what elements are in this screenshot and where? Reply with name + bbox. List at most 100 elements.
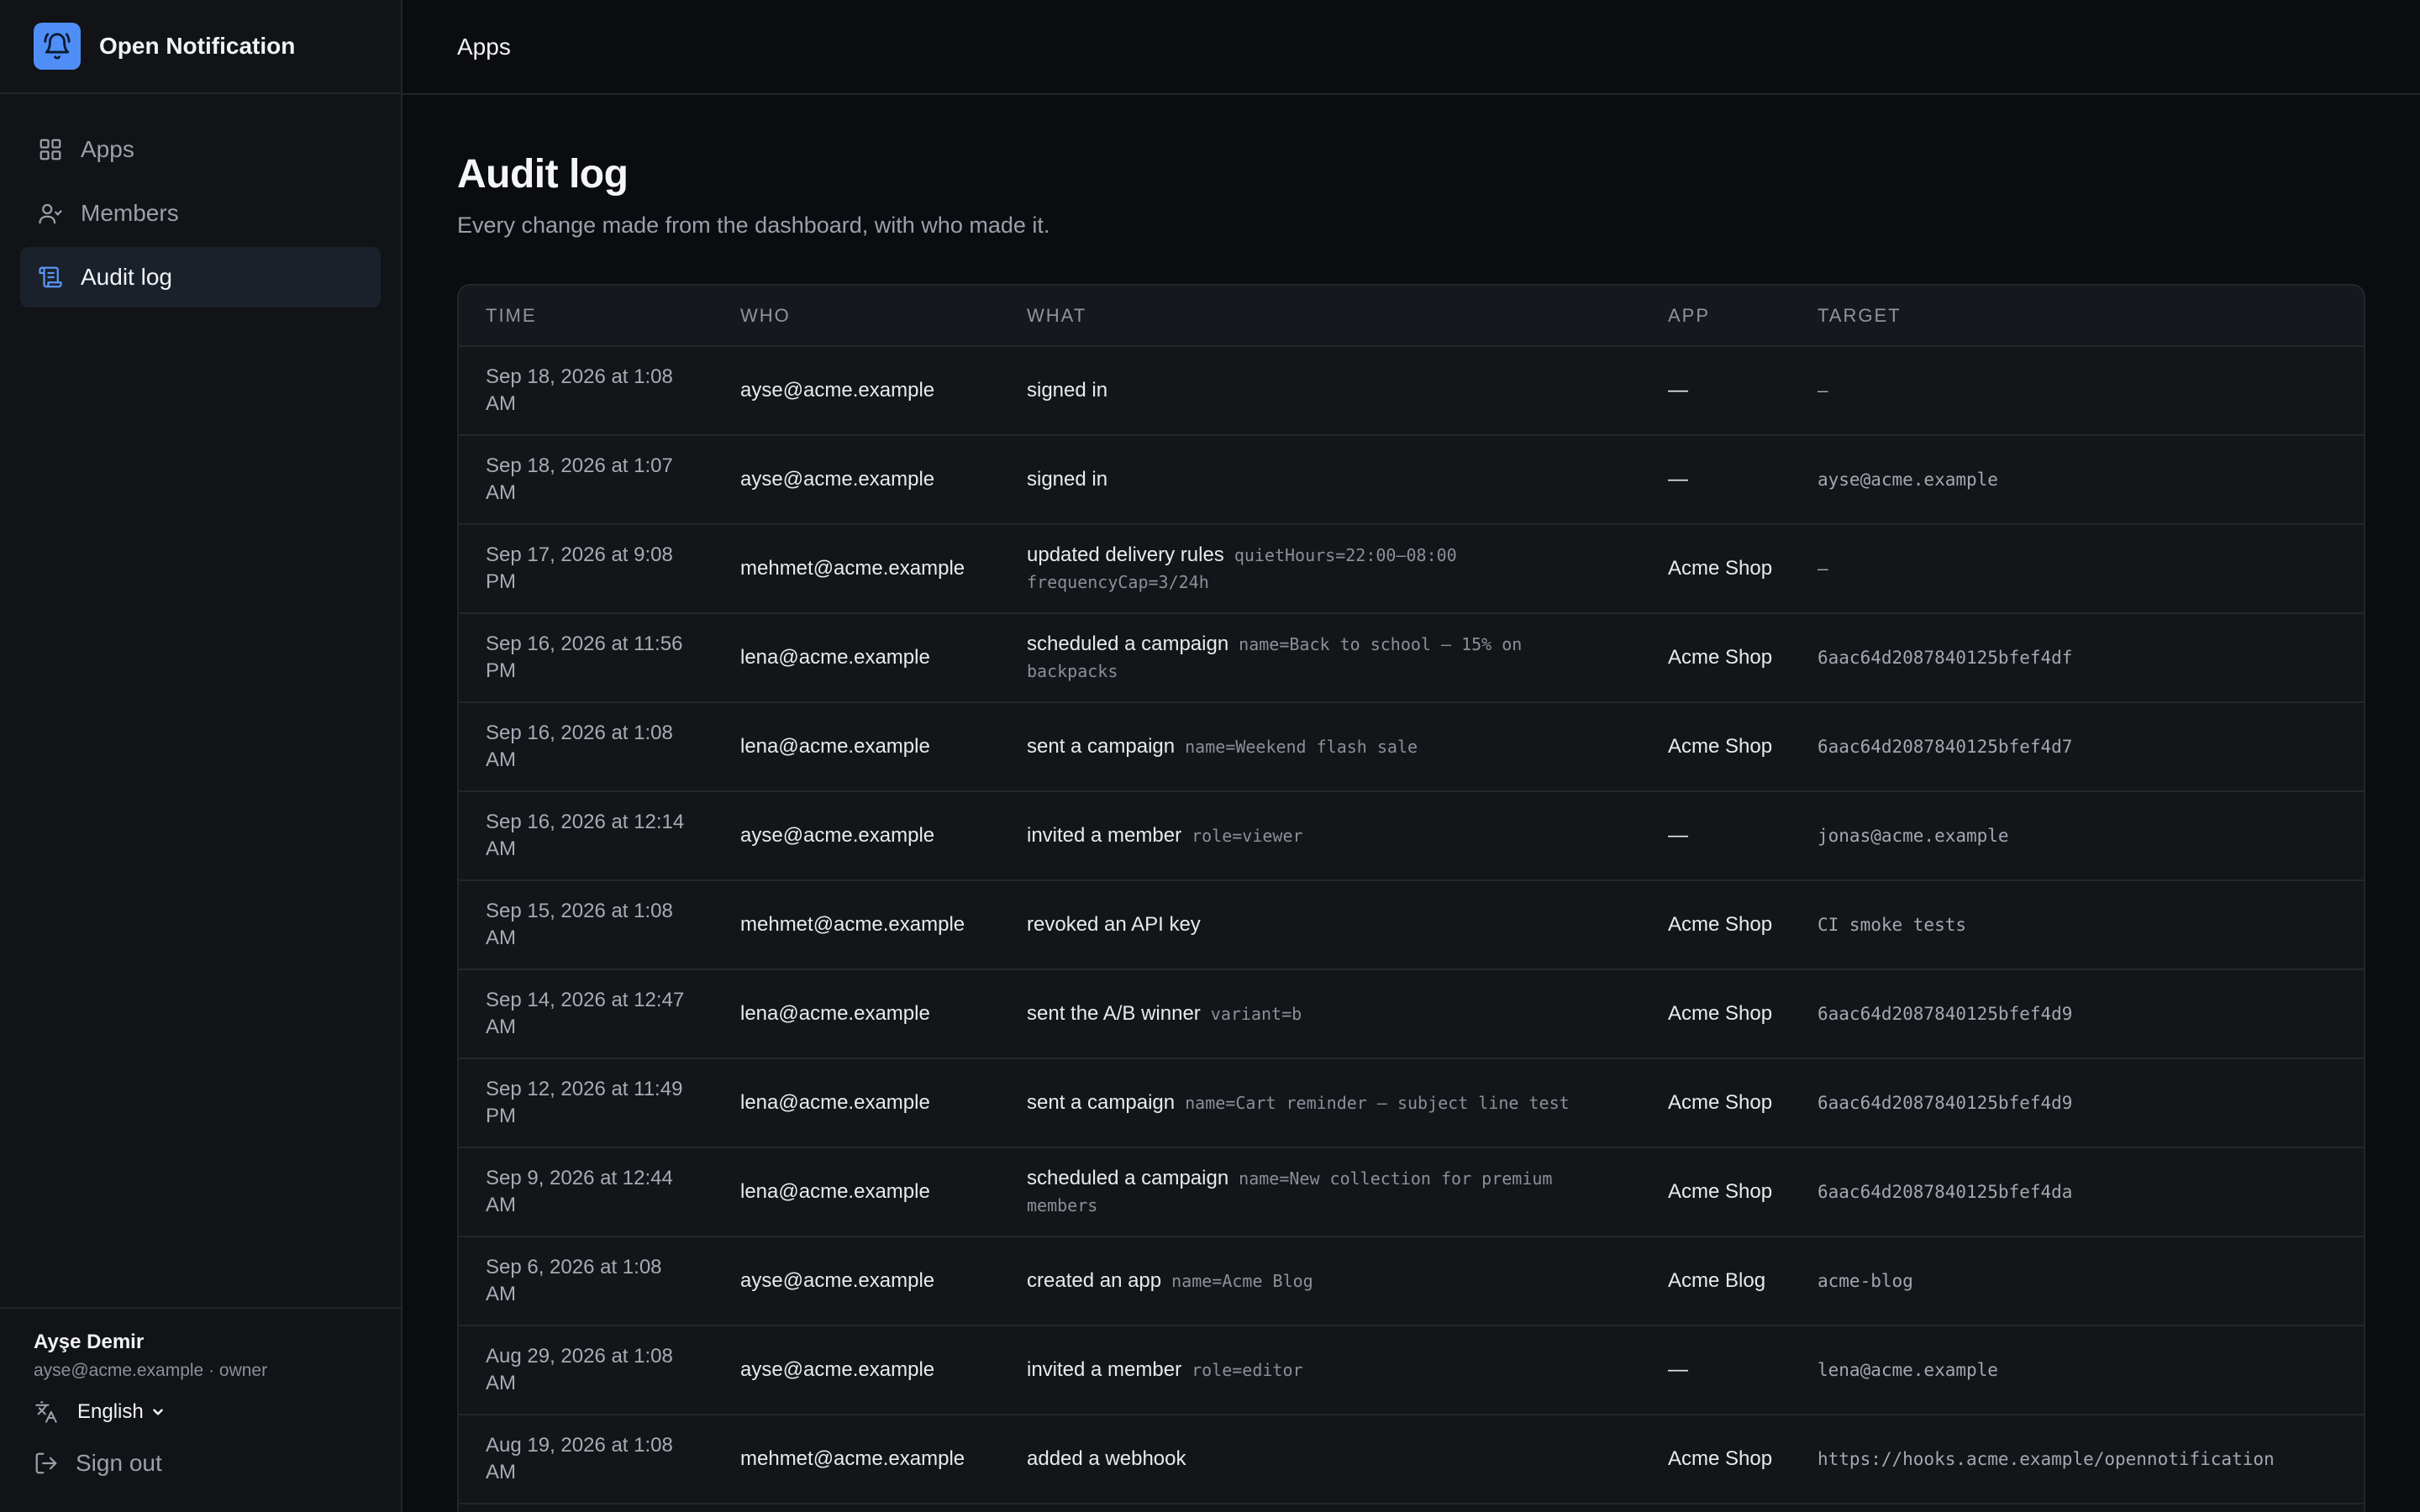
cell-what: sent the A/B winner variant=b xyxy=(1000,969,1641,1059)
cell-target: jonas@acme.example xyxy=(1791,791,2364,881)
cell-what: created an app name=Acme Blog xyxy=(1000,1236,1641,1326)
sidebar-item-members[interactable]: Members xyxy=(20,183,381,244)
cell-who: ayse@acme.example xyxy=(713,346,1000,436)
sidebar-item-label: Members xyxy=(81,200,179,226)
cell-what: updated delivery rules quietHours=22:00–0… xyxy=(1000,524,1641,614)
cell-time: Sep 17, 2026 at 9:08 PM xyxy=(459,524,713,614)
cell-target: — xyxy=(1791,524,2364,614)
cell-what: signed in xyxy=(1000,435,1641,525)
cell-who: mehmet@acme.example xyxy=(713,524,1000,614)
translate-icon xyxy=(34,1399,59,1425)
column-header-what: WHAT xyxy=(1000,286,1641,347)
cell-target: lena@acme.example xyxy=(1791,1326,2364,1415)
table-row[interactable]: Sep 14, 2026 at 12:47 AM lena@acme.exampl… xyxy=(459,969,2364,1059)
action-text: added a webhook xyxy=(1027,1447,1186,1470)
cell-what: revoked an API key xyxy=(1000,880,1641,970)
action-text: signed in xyxy=(1027,379,1108,402)
table-row[interactable]: Aug 29, 2026 at 1:08 AM ayse@acme.example… xyxy=(459,1326,2364,1415)
cell-who: lena@acme.example xyxy=(713,969,1000,1059)
cell-target: 6aac64d2087840125bfef4da xyxy=(1791,1147,2364,1237)
logout-icon xyxy=(34,1450,60,1477)
action-text: created an app xyxy=(1027,1269,1162,1292)
cell-target: CI smoke tests xyxy=(1791,880,2364,970)
brand[interactable]: Open Notification xyxy=(0,0,401,94)
topbar: Apps xyxy=(402,0,2420,95)
action-text: sent a campaign xyxy=(1027,1091,1176,1114)
cell-time: Sep 16, 2026 at 12:14 AM xyxy=(459,791,713,881)
cell-target: 6aac64d2087840125bfef4d9 xyxy=(1791,1058,2364,1148)
cell-time: Sep 16, 2026 at 1:08 AM xyxy=(459,702,713,792)
cell-who: lena@acme.example xyxy=(713,1058,1000,1148)
page-subtitle: Every change made from the dashboard, wi… xyxy=(457,213,1050,238)
cell-what: scheduled a campaign name=New collection … xyxy=(1000,1147,1641,1237)
table-row[interactable]: Sep 18, 2026 at 1:08 AM ayse@acme.example… xyxy=(459,346,2364,436)
table-row[interactable]: Aug 19, 2026 at 1:08 AM mehmet@acme.examp… xyxy=(459,1415,2364,1504)
cell-who: lena@acme.example xyxy=(713,702,1000,792)
cell-time: Sep 16, 2026 at 11:56 PM xyxy=(459,613,713,703)
table-row[interactable]: Sep 18, 2026 at 1:07 AM ayse@acme.example… xyxy=(459,435,2364,525)
action-text: updated delivery rules xyxy=(1027,543,1224,566)
cell-app: — xyxy=(1641,791,1791,881)
cell-app: — xyxy=(1641,435,1791,525)
table-row[interactable]: Sep 12, 2026 at 11:49 PM lena@acme.exampl… xyxy=(459,1058,2364,1148)
sidebar-item-label: Apps xyxy=(81,136,134,162)
cell-app: Acme Blog xyxy=(1641,1236,1791,1326)
cell-time: Sep 18, 2026 at 1:07 AM xyxy=(459,435,713,525)
user-name: Ayşe Demir xyxy=(34,1331,145,1353)
cell-time: Sep 6, 2026 at 1:08 AM xyxy=(459,1236,713,1326)
cell-time: Aug 19, 2026 at 1:08 AM xyxy=(459,1415,713,1504)
action-detail: name=Weekend flash sale xyxy=(1185,737,1418,757)
cell-what: sent a campaign name=Weekend flash sale xyxy=(1000,702,1641,792)
chevron-down-icon xyxy=(150,1404,166,1420)
sidebar-item-apps[interactable]: Apps xyxy=(20,119,381,180)
action-detail: name=Acme Blog xyxy=(1171,1271,1313,1291)
table-row[interactable]: Sep 15, 2026 at 1:08 AM mehmet@acme.examp… xyxy=(459,880,2364,970)
users-icon xyxy=(37,200,64,227)
cell-what: added a webhook xyxy=(1000,1415,1641,1504)
cell-app: Acme Shop xyxy=(1641,613,1791,703)
sidebar-nav: Apps Members Audit log xyxy=(0,94,401,307)
cell-what: signed in xyxy=(1000,346,1641,436)
cell-app: Acme Shop xyxy=(1641,969,1791,1059)
cell-who: lena@acme.example xyxy=(713,613,1000,703)
table-row[interactable]: Sep 9, 2026 at 12:44 AM lena@acme.example… xyxy=(459,1147,2364,1237)
language-select[interactable]: English xyxy=(34,1399,367,1425)
cell-app: Acme Shop xyxy=(1641,524,1791,614)
cell-target: 6aac64d2087840125bfef4d7 xyxy=(1791,702,2364,792)
cell-who: ayse@acme.example xyxy=(713,435,1000,525)
cell-app: Acme Shop xyxy=(1641,1058,1791,1148)
sidebar: Open Notification Apps Members Audit log… xyxy=(0,0,402,1512)
sign-out-button[interactable]: Sign out xyxy=(34,1450,367,1477)
cell-target: — xyxy=(1791,346,2364,436)
cell-what: scheduled a campaign name=Back to school … xyxy=(1000,613,1641,703)
table-row[interactable]: Sep 16, 2026 at 12:14 AM ayse@acme.exampl… xyxy=(459,791,2364,881)
scroll-icon xyxy=(37,264,64,291)
cell-target: 6aac64d2087840125bfef4d9 xyxy=(1791,969,2364,1059)
action-detail: name=Cart reminder — subject line test xyxy=(1185,1093,1570,1113)
cell-what: invited a member role=viewer xyxy=(1000,791,1641,881)
action-text: invited a member xyxy=(1027,1358,1182,1381)
table-row[interactable]: Sep 6, 2026 at 1:08 AM ayse@acme.example c… xyxy=(459,1236,2364,1326)
brand-name: Open Notification xyxy=(99,33,296,59)
column-header-target: TARGET xyxy=(1791,286,2364,347)
cell-time: Sep 9, 2026 at 12:44 AM xyxy=(459,1147,713,1237)
sidebar-footer: Ayşe Demir ayse@acme.example · owner Eng… xyxy=(0,1307,401,1512)
action-text: scheduled a campaign xyxy=(1027,633,1229,655)
cell-app: — xyxy=(1641,1326,1791,1415)
cell-who: mehmet@acme.example xyxy=(713,880,1000,970)
cell-who: lena@acme.example xyxy=(713,1147,1000,1237)
cell-app: Acme Shop xyxy=(1641,1147,1791,1237)
cell-what: sent a campaign name=Cart reminder — subj… xyxy=(1000,1058,1641,1148)
cell-who: mehmet@acme.example xyxy=(713,1415,1000,1504)
table-row[interactable]: Sep 16, 2026 at 11:56 PM lena@acme.exampl… xyxy=(459,613,2364,703)
sign-out-label: Sign out xyxy=(76,1450,162,1476)
action-detail: role=viewer xyxy=(1192,826,1303,846)
table-row[interactable]: Sep 17, 2026 at 9:08 PM mehmet@acme.examp… xyxy=(459,524,2364,614)
user-meta: ayse@acme.example · owner xyxy=(34,1361,268,1380)
cell-app: Acme Shop xyxy=(1641,1415,1791,1504)
sidebar-item-audit-log[interactable]: Audit log xyxy=(20,247,381,307)
table-row[interactable]: Sep 16, 2026 at 1:08 AM lena@acme.example… xyxy=(459,702,2364,792)
cell-who: ayse@acme.example xyxy=(713,791,1000,881)
cell-target: acme-blog xyxy=(1791,1236,2364,1326)
breadcrumb[interactable]: Apps xyxy=(457,34,511,60)
